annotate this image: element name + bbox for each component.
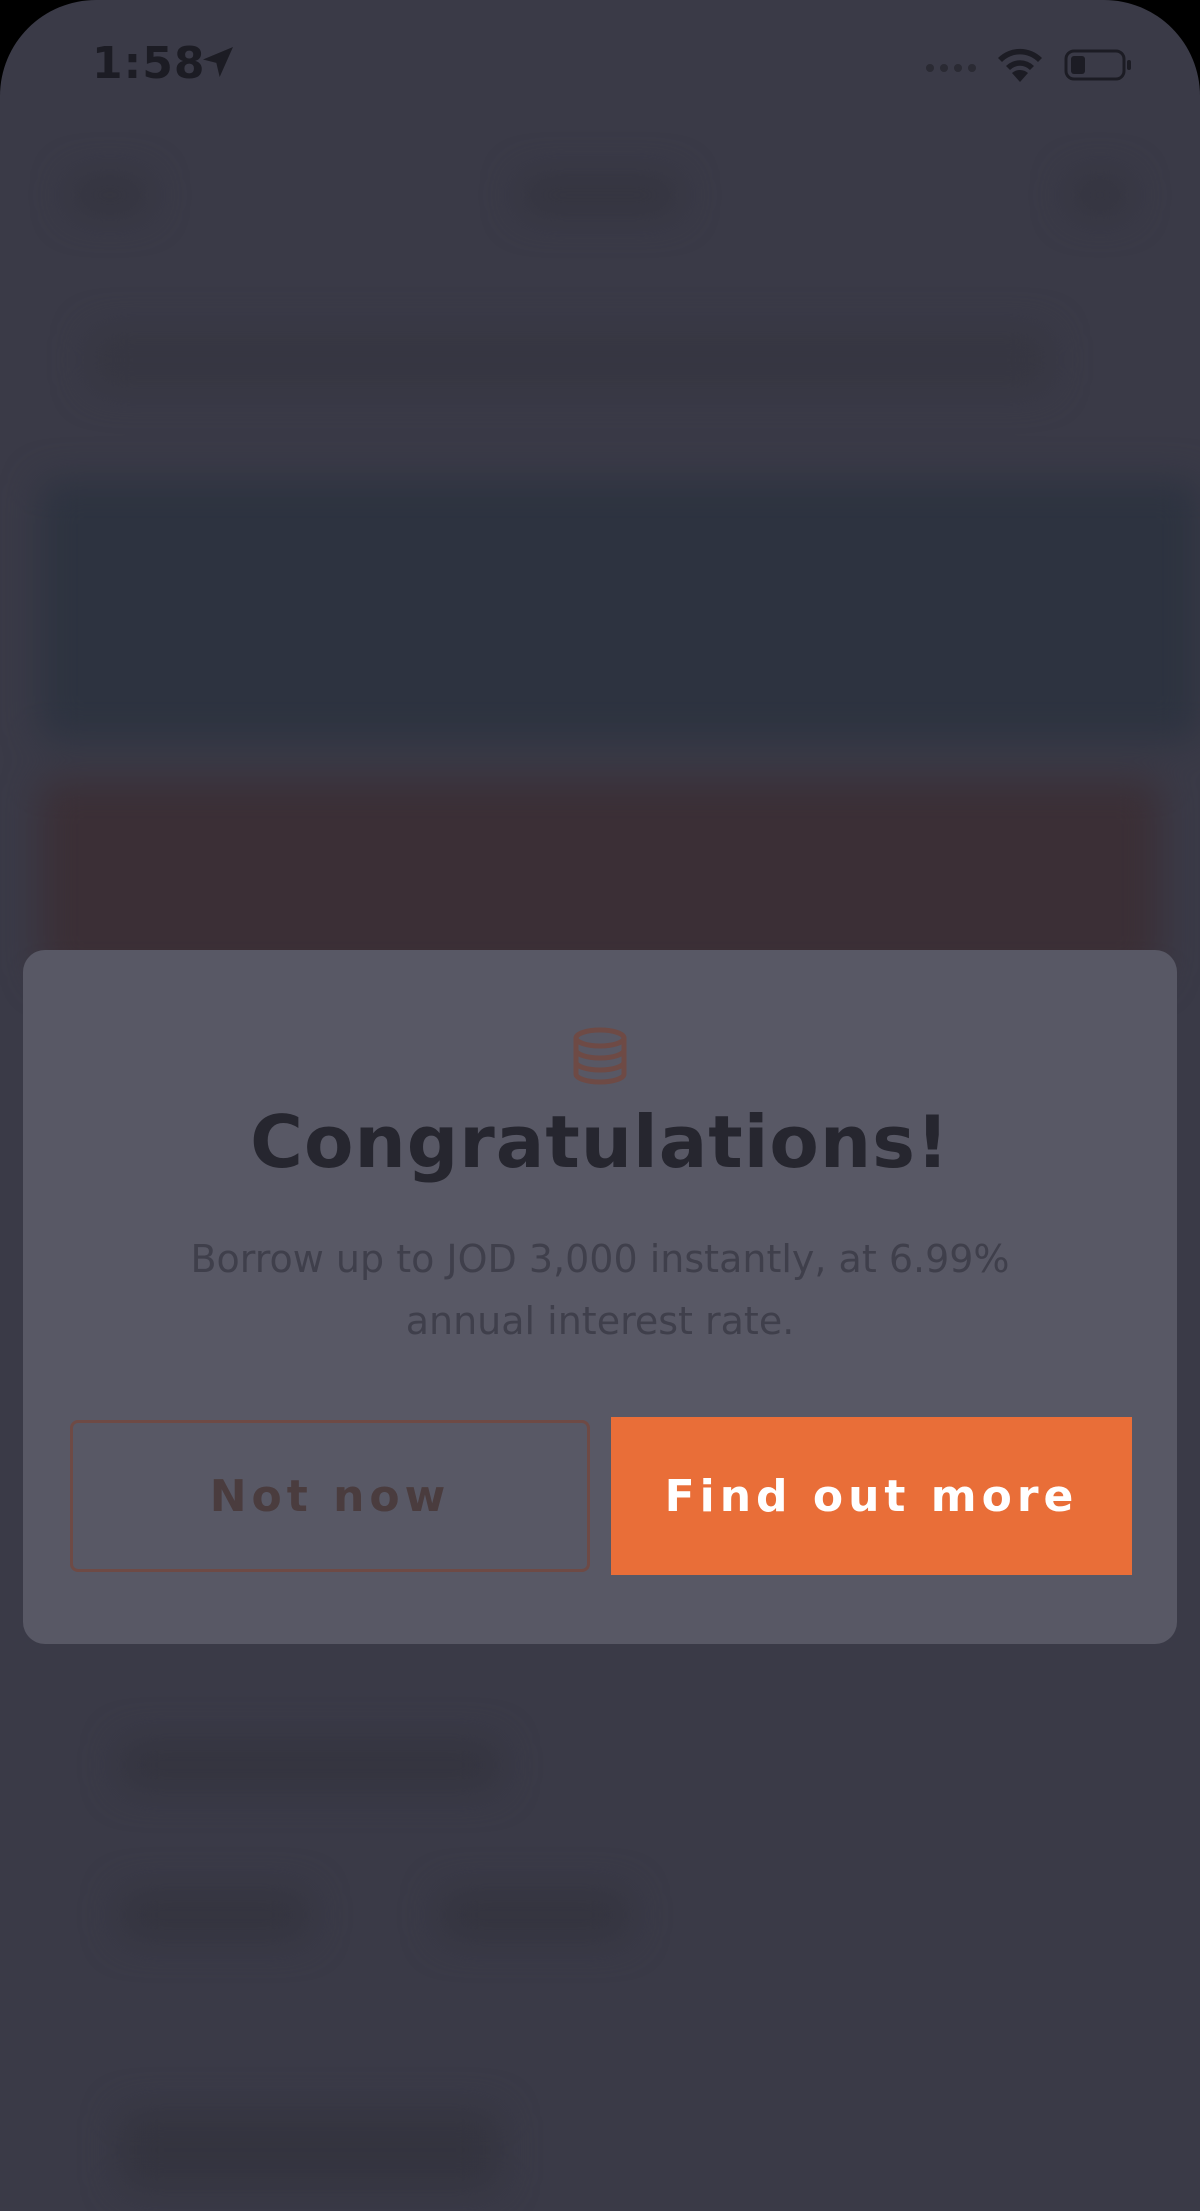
location-arrow-icon <box>203 47 233 77</box>
background-row-1 <box>120 1890 310 1940</box>
battery-icon <box>1064 49 1131 81</box>
app-screen: 1:58 Congratulations! Borrow up to JOD 3… <box>0 0 1200 2211</box>
background-section-title <box>120 1740 500 1790</box>
dialog-title: Congratulations! <box>250 1100 950 1184</box>
background-header-bar <box>70 175 150 215</box>
background-header-action <box>1070 175 1130 215</box>
loan-offer-dialog: Congratulations! Borrow up to JOD 3,000 … <box>23 950 1177 1644</box>
background-tab-row <box>90 330 1050 390</box>
background-row-2 <box>440 1890 630 1940</box>
coins-stack-icon <box>573 1027 627 1085</box>
status-bar: 1:58 <box>0 0 1200 130</box>
not-now-button[interactable]: Not now <box>70 1420 590 1572</box>
wifi-icon <box>998 48 1042 82</box>
background-header-title <box>520 175 680 215</box>
background-account-card <box>40 480 1200 740</box>
cellular-signal-icon <box>926 64 976 72</box>
status-time: 1:58 <box>92 38 206 89</box>
background-row-3 <box>120 2110 500 2190</box>
find-out-more-button[interactable]: Find out more <box>611 1417 1132 1575</box>
dialog-message: Borrow up to JOD 3,000 instantly, at 6.9… <box>190 1237 1010 1343</box>
